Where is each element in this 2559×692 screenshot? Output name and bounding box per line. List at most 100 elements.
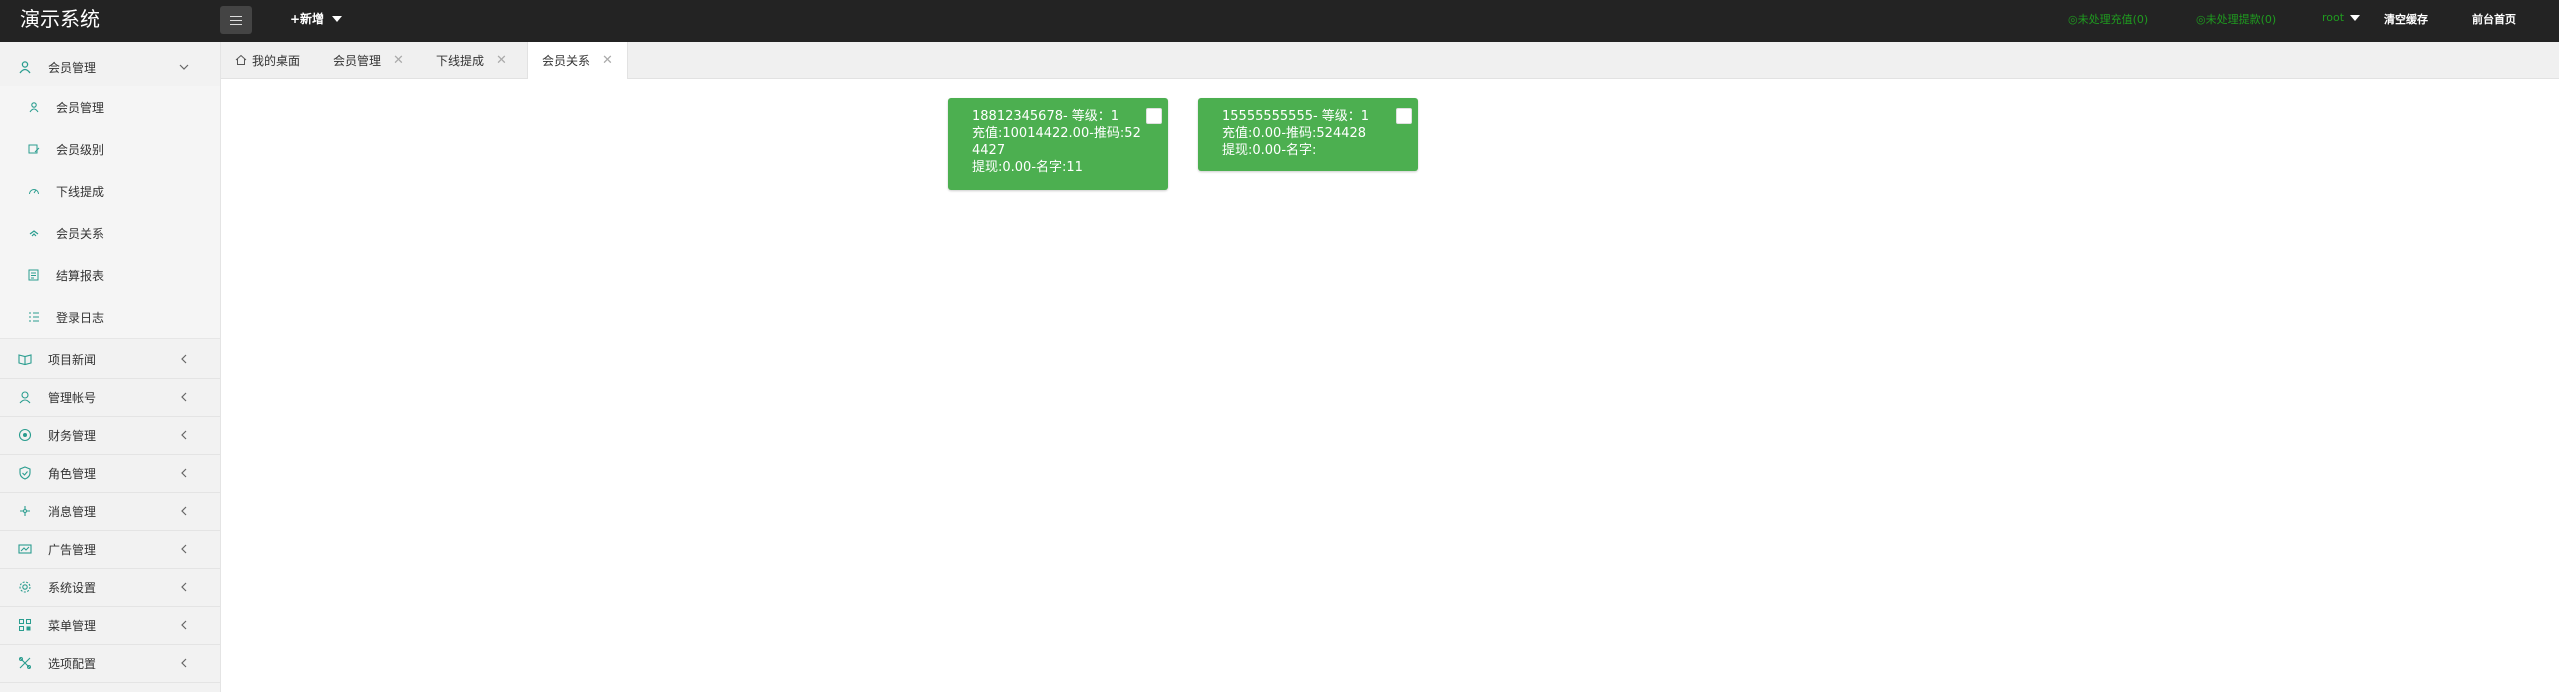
circle-icon: ◎	[2068, 13, 2078, 26]
member-card-line3: 提现:0.00-名字:11	[972, 160, 1083, 175]
menu-icon	[19, 619, 31, 631]
news-icon	[18, 354, 32, 366]
hamburger-icon	[230, 15, 242, 25]
chevron-left-icon	[181, 582, 187, 592]
chevron-left-icon	[181, 544, 187, 554]
menu-toggle-button[interactable]	[220, 6, 252, 34]
home-icon	[235, 54, 247, 65]
tab-member-manage[interactable]: 会员管理 ✕	[333, 42, 404, 78]
sidebar-group-system[interactable]: 系统设置	[0, 568, 220, 607]
tab-label: 我的桌面	[252, 53, 301, 68]
sidebar-item-label: 下线提成	[56, 184, 105, 199]
sidebar-item-label: 登录日志	[56, 310, 105, 325]
chevron-left-icon	[181, 468, 187, 478]
sidebar-group-menus[interactable]: 菜单管理	[0, 606, 220, 645]
member-card-checkbox[interactable]	[1146, 108, 1162, 124]
sidebar-group-label: 角色管理	[48, 466, 97, 481]
member-card-line2: 充值:10014422.00-推码:524427	[972, 126, 1141, 158]
user-icon	[29, 102, 39, 113]
pending-recharge-label: 未处理充值(0)	[2077, 13, 2149, 26]
sidebar-group-news[interactable]: 项目新闻	[0, 340, 220, 379]
add-new-label: +新增	[290, 12, 325, 26]
close-icon[interactable]: ✕	[496, 53, 507, 68]
level-icon	[28, 144, 40, 154]
sidebar-group-label: 消息管理	[48, 504, 97, 519]
top-header: 演示系统 +新增 ◎未处理充值(0) ◎未处理提款(0) root 清空缓存 前…	[0, 0, 2559, 42]
chevron-left-icon	[181, 354, 187, 364]
sidebar-item-settlement-report[interactable]: 结算报表	[0, 254, 220, 297]
pending-recharge-link[interactable]: ◎未处理充值(0)	[2068, 11, 2148, 27]
shield-icon	[19, 466, 31, 480]
sidebar-item-login-log[interactable]: 登录日志	[0, 296, 220, 339]
sidebar-group-label: 广告管理	[48, 542, 97, 557]
member-card-line2: 充值:0.00-推码:524428	[1222, 126, 1367, 141]
tab-label: 下线提成	[436, 53, 485, 68]
sidebar-group-label: 财务管理	[48, 428, 97, 443]
circle-icon: ◎	[2196, 13, 2206, 26]
chevron-down-icon	[2350, 14, 2361, 21]
tab-label: 会员管理	[333, 53, 382, 68]
sidebar-group-label: 管理帐号	[48, 390, 97, 405]
sidebar-item-label: 结算报表	[56, 268, 105, 283]
chevron-left-icon	[181, 392, 187, 402]
pending-withdraw-link[interactable]: ◎未处理提款(0)	[2196, 11, 2276, 27]
sidebar: 会员管理 会员管理 会员级别 下线提成 会员关系 结算报表 登录日志 项目新闻 …	[0, 42, 221, 692]
member-card[interactable]: 15555555555- 等级：1 充值:0.00-推码:524428 提现:0…	[1198, 98, 1418, 171]
sidebar-group-label: 会员管理	[48, 60, 97, 75]
gauge-icon	[29, 189, 39, 195]
gear-icon	[19, 581, 31, 593]
app-title: 演示系统	[20, 7, 100, 31]
sidebar-item-label: 会员级别	[56, 142, 105, 157]
tab-member-relation[interactable]: 会员关系 ✕	[527, 42, 628, 79]
chevron-left-icon	[181, 620, 187, 630]
chevron-left-icon	[181, 658, 187, 668]
sidebar-item-downline-commission[interactable]: 下线提成	[0, 170, 220, 213]
sidebar-item-label: 会员管理	[56, 100, 105, 115]
sidebar-group-messages[interactable]: 消息管理	[0, 492, 220, 531]
sidebar-item-label: 会员关系	[56, 226, 105, 241]
member-card-checkbox[interactable]	[1396, 108, 1412, 124]
close-icon[interactable]: ✕	[393, 53, 404, 68]
ad-icon	[18, 544, 32, 554]
sidebar-item-member-level[interactable]: 会员级别	[0, 128, 220, 171]
finance-icon	[18, 428, 32, 442]
tab-my-desktop[interactable]: 我的桌面	[235, 42, 300, 78]
sidebar-group-label: 项目新闻	[48, 352, 97, 367]
tab-bar: 我的桌面 会员管理 ✕ 下线提成 ✕ 会员关系 ✕	[221, 42, 2559, 79]
chevron-down-icon	[332, 15, 343, 22]
report-icon	[28, 269, 39, 281]
tab-downline-commission[interactable]: 下线提成 ✕	[436, 42, 507, 78]
sidebar-group-options[interactable]: 选项配置	[0, 644, 220, 683]
chevron-left-icon	[181, 430, 187, 440]
pending-withdraw-label: 未处理提款(0)	[2205, 13, 2277, 26]
member-card-line3: 提现:0.00-名字:	[1222, 143, 1317, 158]
chevron-left-icon	[181, 506, 187, 516]
relation-icon	[29, 230, 39, 237]
sidebar-item-member-manage[interactable]: 会员管理	[0, 86, 220, 129]
close-icon[interactable]: ✕	[602, 53, 613, 68]
sidebar-group-ads[interactable]: 广告管理	[0, 530, 220, 569]
config-icon	[19, 657, 31, 669]
member-card-line1: 18812345678- 等级：1	[972, 109, 1120, 124]
add-new-dropdown[interactable]: +新增	[290, 10, 343, 27]
log-icon	[29, 312, 39, 322]
member-card-line1: 15555555555- 等级：1	[1222, 109, 1370, 124]
user-menu[interactable]: root	[2322, 11, 2361, 24]
message-icon	[20, 506, 30, 516]
user-name: root	[2322, 11, 2345, 24]
sidebar-group-label: 选项配置	[48, 656, 97, 671]
sidebar-group-roles[interactable]: 角色管理	[0, 454, 220, 493]
member-card[interactable]: 18812345678- 等级：1 充值:10014422.00-推码:5244…	[948, 98, 1168, 190]
user-icon	[19, 61, 31, 74]
sidebar-group-accounts[interactable]: 管理帐号	[0, 378, 220, 417]
clear-cache-link[interactable]: 清空缓存	[2384, 11, 2428, 27]
sidebar-item-member-relation[interactable]: 会员关系	[0, 212, 220, 255]
sidebar-group-finance[interactable]: 财务管理	[0, 416, 220, 455]
sidebar-group-label: 菜单管理	[48, 618, 97, 633]
sidebar-group-member[interactable]: 会员管理	[0, 48, 220, 86]
sidebar-group-label: 系统设置	[48, 580, 97, 595]
chevron-down-icon	[179, 64, 189, 70]
front-home-link[interactable]: 前台首页	[2472, 11, 2516, 27]
tab-label: 会员关系	[542, 54, 591, 68]
account-icon	[19, 391, 31, 404]
